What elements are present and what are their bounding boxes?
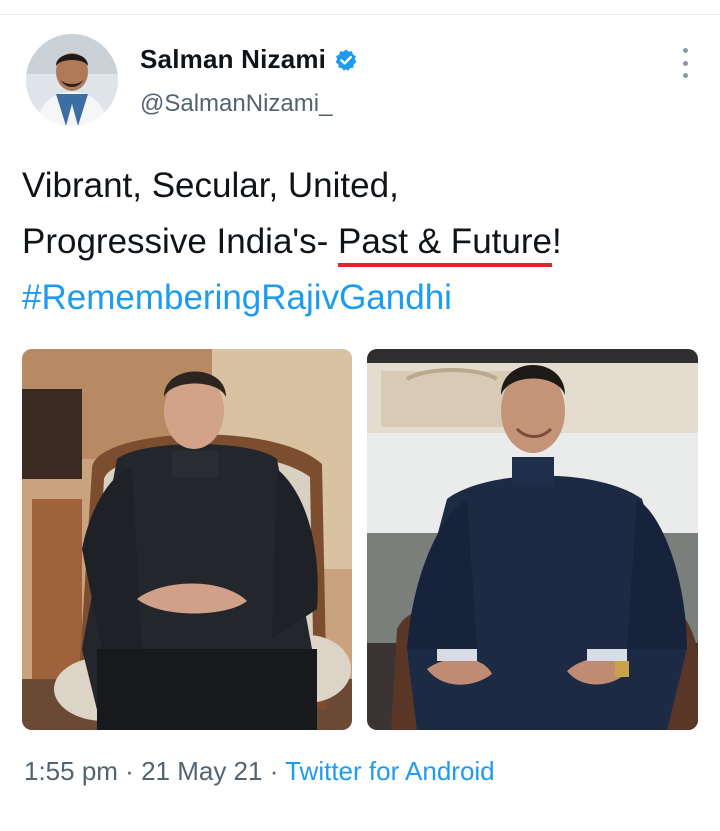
author-handle[interactable]: @SalmanNizami_ — [140, 90, 332, 118]
more-options-icon[interactable] — [673, 48, 697, 78]
tweet-time[interactable]: 1:55 pm — [24, 756, 118, 786]
tweet-line-1: Vibrant, Secular, United, — [22, 166, 399, 205]
top-divider — [0, 0, 720, 15]
tweet-text: Vibrant, Secular, United, Progressive In… — [22, 158, 702, 326]
tweet-line-2-prefix: Progressive India's- — [22, 222, 338, 261]
author-display-name[interactable]: Salman Nizami — [140, 44, 326, 75]
verified-badge-icon — [335, 49, 357, 71]
meta-separator-2: · — [262, 756, 286, 786]
tweet-meta: 1:55 pm · 21 May 21 · Twitter for Androi… — [24, 756, 495, 787]
avatar-portrait — [26, 34, 118, 126]
photo-man-in-armchair — [22, 349, 352, 730]
hashtag-link[interactable]: #RememberingRajivGandhi — [22, 270, 702, 326]
tweet-date[interactable]: 21 May 21 — [141, 756, 262, 786]
tweet-photo-1[interactable] — [22, 349, 352, 730]
author-avatar[interactable] — [26, 34, 118, 126]
author-name-row[interactable]: Salman Nizami — [140, 44, 358, 75]
tweet-source-link[interactable]: Twitter for Android — [285, 756, 495, 786]
tweet-line-2-suffix: ! — [551, 222, 562, 261]
underlined-phrase: Past & Future — [337, 222, 552, 267]
tweet-photo-2[interactable] — [367, 349, 698, 730]
tweet-line-2: Progressive India's- Past & Future! — [22, 214, 702, 270]
meta-separator-1: · — [117, 756, 142, 786]
photo-man-seated — [367, 349, 698, 730]
